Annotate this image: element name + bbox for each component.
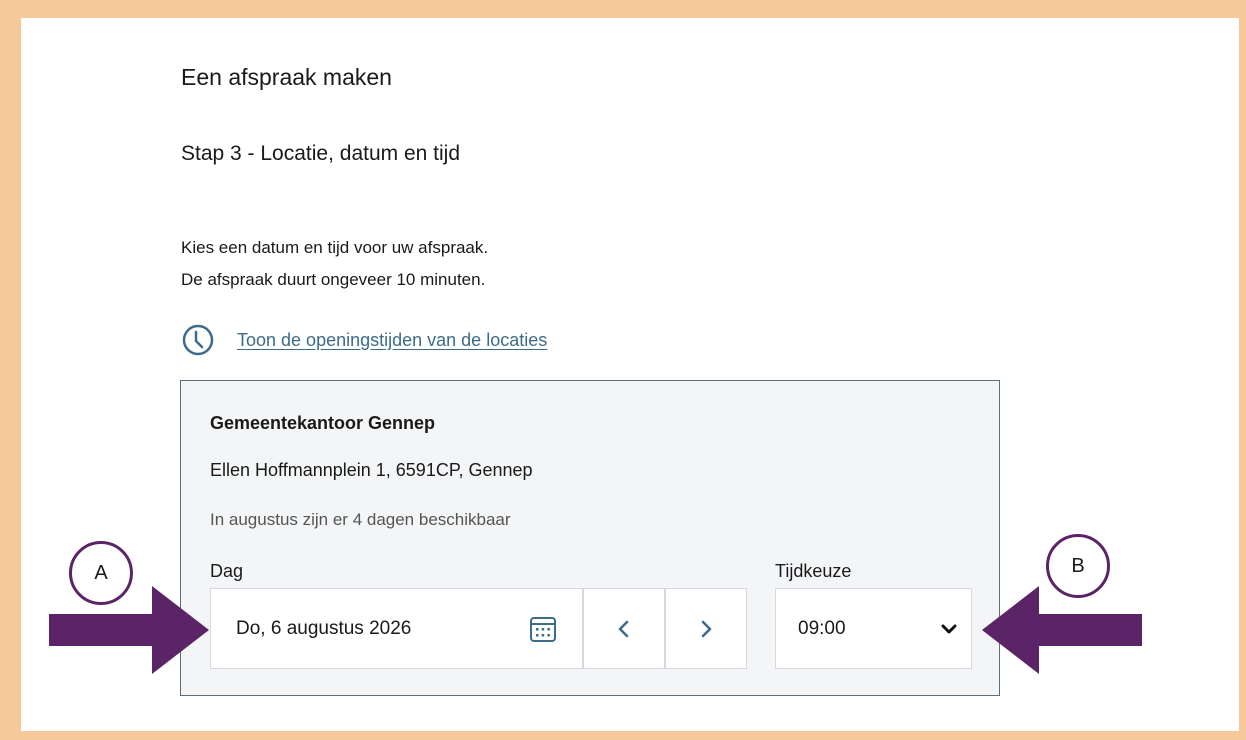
page-title: Een afspraak maken <box>181 64 392 90</box>
intro-text: Kies een datum en tijd voor uw afspraak.… <box>181 232 488 296</box>
intro-line-2: De afspraak duurt ongeveer 10 minuten. <box>181 270 486 289</box>
previous-day-button[interactable] <box>583 588 665 669</box>
availability-text: In augustus zijn er 4 dagen beschikbaar <box>210 510 511 529</box>
location-address: Ellen Hoffmannplein 1, 6591CP, Gennep <box>210 460 533 480</box>
time-value: 09:00 <box>798 617 846 639</box>
chevron-left-icon <box>618 620 629 637</box>
annotation-arrow-right-icon <box>49 586 209 674</box>
date-input[interactable]: Do, 6 augustus 2026 <box>210 588 583 669</box>
day-label: Dag <box>210 561 244 581</box>
opening-hours-row: Toon de openingstijden van de locaties <box>181 323 547 357</box>
location-name: Gemeentekantoor Gennep <box>210 413 436 433</box>
time-select[interactable]: 09:00 <box>775 588 972 669</box>
intro-line-1: Kies een datum en tijd voor uw afspraak. <box>181 238 489 257</box>
calendar-icon[interactable] <box>528 614 558 644</box>
next-day-button[interactable] <box>665 588 747 669</box>
opening-hours-link[interactable]: Toon de openingstijden van de locaties <box>237 330 547 351</box>
annotation-arrow-left-icon <box>982 586 1142 674</box>
step-title: Stap 3 - Locatie, datum en tijd <box>181 142 460 165</box>
location-card: Gemeentekantoor Gennep Ellen Hoffmannple… <box>180 380 1000 696</box>
chevron-right-icon <box>701 620 712 637</box>
date-value: Do, 6 augustus 2026 <box>236 617 412 639</box>
chevron-down-icon <box>941 624 957 634</box>
time-label: Tijdkeuze <box>775 561 852 581</box>
clock-icon <box>182 324 214 356</box>
